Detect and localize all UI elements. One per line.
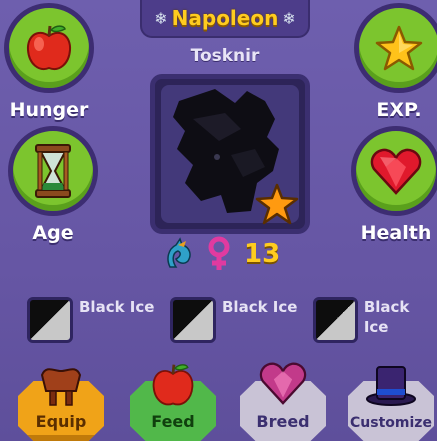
- star-icon: [255, 183, 299, 225]
- age-circle[interactable]: [8, 126, 98, 216]
- gene-name: Black Ice: [79, 298, 155, 316]
- breed-label: Breed: [256, 412, 310, 431]
- health-stat[interactable]: Health: [351, 126, 437, 244]
- gene-slot[interactable]: Black Ice: [313, 297, 437, 343]
- pet-level: 13: [244, 239, 281, 269]
- gene-slot[interactable]: Black Ice: [27, 297, 154, 343]
- exp-stat[interactable]: EXP.: [354, 3, 437, 121]
- top-hat-icon: [366, 366, 416, 406]
- heart-gem-icon: [370, 148, 422, 195]
- pet-info-row: 13: [162, 236, 280, 272]
- equip-label: Equip: [35, 412, 87, 431]
- breed-name: Tosknir: [190, 46, 260, 66]
- customize-button[interactable]: Customize: [346, 366, 436, 441]
- hunger-circle[interactable]: [4, 3, 94, 93]
- breed-button[interactable]: Breed: [238, 362, 328, 441]
- apple-icon: [26, 25, 72, 70]
- customize-label: Customize: [350, 415, 432, 431]
- gene-slot[interactable]: Black Ice: [170, 297, 297, 343]
- gene-swatch: [27, 297, 73, 343]
- age-label: Age: [32, 222, 74, 244]
- health-label: Health: [360, 222, 432, 244]
- gene-name: Black Ice: [222, 298, 298, 316]
- exp-label: EXP.: [376, 99, 422, 121]
- snowflake-icon: ❄: [154, 8, 168, 28]
- star-icon: [375, 25, 423, 71]
- saddle-icon: [40, 368, 82, 406]
- gene-swatch: [170, 297, 216, 343]
- gene-name: Black Ice: [363, 298, 410, 336]
- heart-gem-icon: [259, 362, 307, 405]
- female-icon: [208, 236, 230, 270]
- hunger-label: Hunger: [9, 99, 89, 121]
- dragon-icon: [167, 237, 191, 268]
- hunger-stat[interactable]: Hunger: [4, 3, 94, 121]
- pet-portrait[interactable]: [150, 74, 310, 234]
- snowflake-icon: ❄: [282, 8, 296, 28]
- feed-button[interactable]: Feed: [128, 364, 218, 441]
- equip-button[interactable]: Equip: [16, 367, 106, 441]
- feed-label: Feed: [151, 412, 195, 431]
- exp-circle[interactable]: [354, 3, 437, 93]
- apple-icon: [152, 364, 194, 406]
- health-circle[interactable]: [351, 126, 437, 216]
- pet-name: Napoleon: [171, 6, 279, 30]
- hourglass-icon: [35, 144, 71, 198]
- gene-swatch: [313, 297, 358, 343]
- pet-name-tab: ❄ Napoleon ❄: [140, 0, 310, 38]
- age-stat[interactable]: Age: [8, 126, 98, 244]
